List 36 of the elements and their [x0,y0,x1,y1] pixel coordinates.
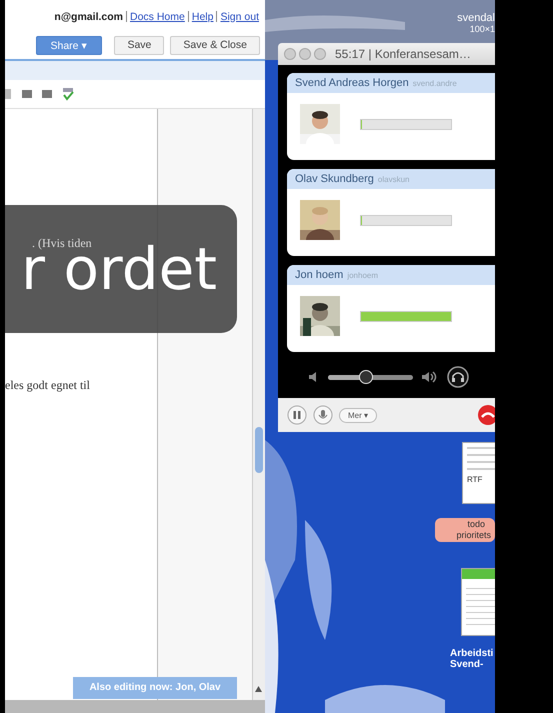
account-email: n@gmail.com [54,10,123,22]
header-link[interactable]: Sign out [220,10,259,22]
participant-name: Svend Andreas Horgen [295,77,409,89]
header-link[interactable]: Help [192,10,214,22]
participant-username: svend.andre [412,78,457,88]
list-icon[interactable] [41,88,53,100]
desktop-file-label[interactable]: todo prioritets [435,518,495,542]
headset-button[interactable] [447,366,469,388]
participant-name: Olav Skundberg [295,173,374,185]
participant-username: jonhoem [347,270,378,280]
user-label: 100×1 [470,24,495,34]
volume-slider[interactable] [328,370,413,384]
document-thumbnail[interactable]: RTF [462,442,495,504]
document-text: RTF [467,475,484,484]
pause-button[interactable] [287,405,307,425]
desktop-file-label[interactable]: Svend- [450,659,494,670]
scrollbar[interactable] [253,109,265,700]
toolbar-button[interactable]: Save & Close [170,36,260,54]
participant-name: Jon hoem [295,269,344,281]
hang-up-button[interactable] [477,404,495,426]
spreadsheet-thumbnail[interactable] [461,568,495,636]
more-dropdown[interactable]: Mer ▾ [339,408,377,422]
spellcheck-icon[interactable] [61,87,75,101]
speaker-loud-icon[interactable] [421,371,439,383]
document-text: eles godt egnet til [5,378,91,393]
participant-username: olavskun [378,174,410,184]
user-label: svendal [457,12,495,24]
desktop-file-label[interactable]: Arbeidsti [450,648,494,659]
list-icon[interactable] [21,88,33,100]
microphone-button[interactable] [313,405,333,425]
window-title: 55:17 | Konferansesam… [335,47,471,61]
collaborators-notice: Also editing now: Jon, Olav [73,677,237,699]
header-link[interactable]: Docs Home [130,10,185,22]
scrollbar-thumb[interactable] [255,427,263,473]
toolbar-button[interactable]: Save [114,36,164,54]
scroll-up-icon[interactable] [255,686,262,692]
